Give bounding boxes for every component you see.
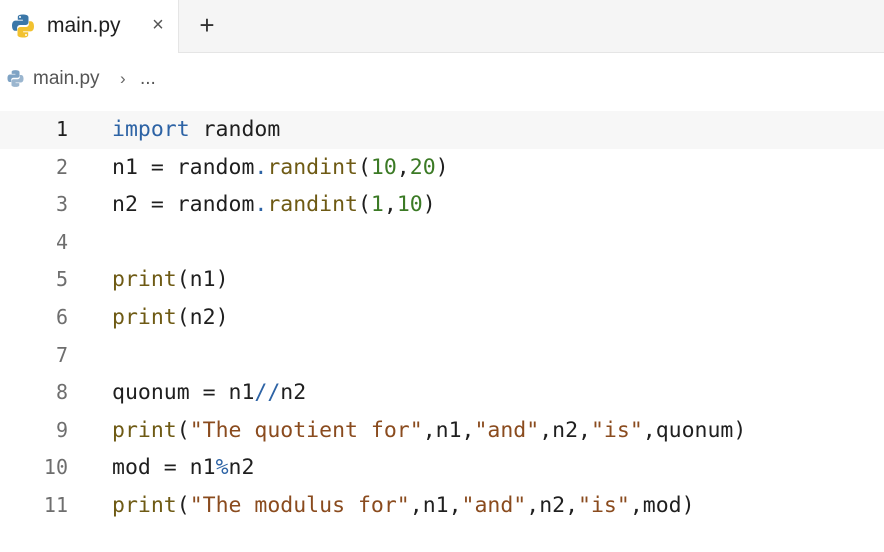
code-text: print(n1)	[112, 261, 229, 299]
line-number: 8	[55, 380, 68, 405]
code-text: mod = n1%n2	[112, 449, 254, 487]
line-number: 1	[55, 117, 68, 141]
line-number: 9	[55, 417, 68, 442]
code-token-string: "is"	[578, 493, 630, 518]
code-token-string: "is"	[590, 417, 643, 443]
code-token-plain: ,n2,	[526, 493, 579, 518]
python-icon	[12, 14, 34, 38]
line-number: 11	[43, 493, 68, 517]
code-text: n1 = random.randint(10,20)	[112, 149, 449, 187]
line-number: 3	[55, 192, 68, 217]
tab-bar: main.py × +	[0, 0, 884, 53]
code-token-plain: n2	[280, 380, 307, 406]
code-token-plain: )	[422, 192, 436, 218]
code-token-string: "and"	[461, 493, 527, 518]
code-line[interactable]: 5 print(n1)	[0, 261, 884, 299]
line-number: 2	[55, 154, 68, 179]
code-line[interactable]: 7	[0, 337, 884, 375]
code-token-string: "The modulus for"	[189, 493, 410, 518]
breadcrumb-symbols[interactable]: ...	[140, 67, 156, 91]
code-token-function: print	[112, 493, 177, 518]
code-text: n2 = random.randint(1,10)	[112, 186, 436, 224]
tab-main-py[interactable]: main.py ×	[0, 0, 179, 53]
code-token-number: 20	[409, 154, 436, 180]
code-token-function: randint	[267, 192, 358, 218]
breadcrumb: main.py › ...	[0, 53, 884, 104]
code-text: print(n2)	[112, 299, 229, 337]
code-token-plain: ,n2,	[539, 417, 591, 443]
code-line[interactable]: 2 n1 = random.randint(10,20)	[0, 149, 884, 187]
code-line[interactable]: 6 print(n2)	[0, 299, 884, 337]
breadcrumb-file[interactable]: main.py	[33, 67, 100, 91]
code-token-plain: quonum = n1	[112, 380, 255, 406]
line-number: 7	[55, 342, 68, 367]
tab-label: main.py	[47, 14, 121, 37]
code-line[interactable]: 8 quonum = n1//n2	[0, 374, 884, 412]
code-token-plain: ,	[396, 154, 410, 180]
line-number: 5	[55, 267, 68, 292]
code-token-keyword: import	[112, 117, 190, 142]
code-token-plain: ,n1,	[422, 417, 475, 443]
code-token-plain: ,mod)	[629, 493, 695, 518]
code-token-string: "and"	[474, 417, 540, 443]
code-token-number: 10	[396, 192, 423, 218]
code-line[interactable]: 4	[0, 224, 884, 262]
code-token-plain: (	[357, 154, 371, 180]
code-token-plain: (n2)	[176, 305, 229, 330]
code-token-plain: ,	[383, 192, 397, 218]
code-token-plain: random	[189, 117, 281, 142]
line-number: 4	[55, 229, 68, 254]
code-token-plain: n1 = random	[112, 154, 255, 180]
add-tab-button[interactable]: +	[195, 12, 219, 38]
code-token-plain: (n1)	[176, 267, 229, 293]
code-token-plain: ,n1,	[409, 493, 462, 518]
code-token-number: 10	[370, 154, 397, 180]
code-line[interactable]: 11 print("The modulus for",n1,"and",n2,"i…	[0, 487, 884, 525]
close-icon[interactable]: ×	[148, 14, 168, 36]
code-token-function: print	[112, 305, 177, 330]
code-line[interactable]: 10 mod = n1%n2	[0, 449, 884, 487]
code-token-plain: (	[176, 417, 190, 443]
code-line[interactable]: 9 print("The quotient for",n1,"and",n2,"i…	[0, 412, 884, 450]
code-token-plain: n2	[228, 455, 255, 481]
code-line[interactable]: 3 n2 = random.randint(1,10)	[0, 186, 884, 224]
code-token-string: "The quotient for"	[189, 417, 423, 443]
code-token-operator: .	[254, 192, 268, 218]
code-token-plain: (	[357, 192, 371, 218]
code-token-plain: ,quonum)	[642, 417, 747, 443]
code-token-number: 1	[370, 192, 384, 218]
code-token-operator: %	[215, 455, 229, 481]
code-editor[interactable]: 1 import random 2 n1 = random.randint(10,20…	[0, 104, 884, 552]
code-line[interactable]: 1 import random	[0, 111, 884, 149]
code-token-plain: )	[435, 154, 449, 180]
code-token-function: print	[112, 267, 177, 293]
code-token-function: print	[112, 417, 177, 443]
code-token-plain: n2 = random	[112, 192, 255, 218]
code-token-operator: .	[254, 154, 268, 180]
code-token-function: randint	[267, 154, 358, 180]
python-icon	[7, 70, 24, 87]
line-number: 6	[55, 305, 68, 329]
code-token-plain: (	[176, 493, 190, 518]
code-text: import random	[112, 111, 280, 149]
line-number: 10	[43, 455, 68, 480]
code-token-plain: mod = n1	[112, 455, 216, 481]
code-text: print("The modulus for",n1,"and",n2,"is"…	[112, 487, 695, 525]
code-token-operator: //	[254, 380, 281, 406]
code-text: quonum = n1//n2	[112, 374, 306, 412]
code-text: print("The quotient for",n1,"and",n2,"is…	[112, 412, 746, 450]
chevron-right-icon: ›	[120, 69, 126, 88]
